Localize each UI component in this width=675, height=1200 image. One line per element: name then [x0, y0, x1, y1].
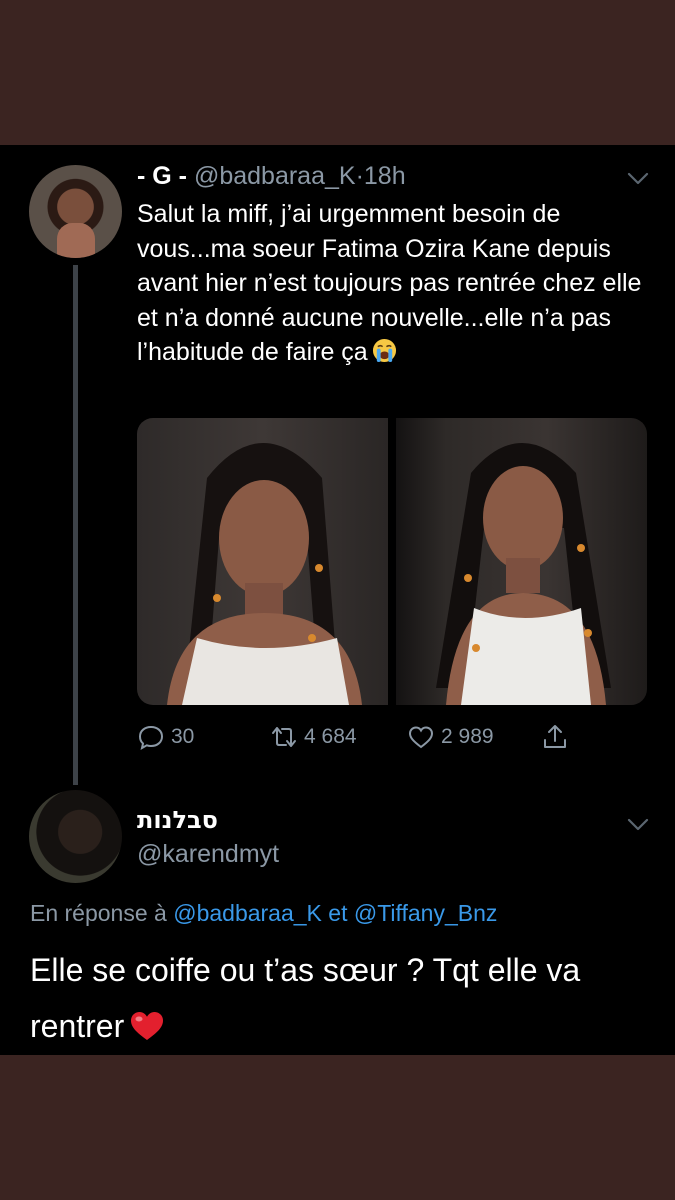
portrait-illustration-2 [436, 443, 611, 705]
like-action[interactable]: 2 989 [407, 721, 494, 753]
tweet-media-grid[interactable] [137, 418, 647, 705]
reply-display-name[interactable]: סבלנות [137, 806, 218, 834]
separator-dot: · [355, 162, 364, 190]
retweet-count: 4 684 [304, 725, 357, 748]
tweet-header: - G - @badbaraa_K·18h [137, 162, 406, 191]
thread-connector-line [73, 265, 78, 785]
reply-action[interactable]: 30 [137, 721, 194, 753]
tweet-photo-1[interactable] [137, 418, 388, 705]
heart-icon [408, 726, 434, 749]
reply-body: Elle se coiffe ou t’as sœur ? Tqt elle v… [30, 942, 650, 1054]
user-handle[interactable]: @badbaraa_K [194, 162, 356, 190]
like-count: 2 989 [441, 725, 494, 748]
avatar[interactable] [29, 165, 122, 258]
loudly-crying-face-icon [372, 338, 396, 363]
share-action[interactable] [541, 721, 569, 753]
tweet-photo-2[interactable] [396, 418, 647, 705]
in-reply-to: En réponse à @badbaraa_K et @Tiffany_Bnz [30, 900, 497, 927]
reply-chevron-down-icon[interactable] [627, 818, 649, 832]
reply-user-handle[interactable]: @karendmyt [137, 840, 279, 869]
retweet-action[interactable]: 4 684 [270, 721, 357, 753]
tweet-body: Salut la miff, j’ai urgemment besoin de … [137, 197, 647, 370]
portrait-illustration-1 [167, 443, 362, 705]
reply-icon [138, 725, 164, 750]
red-heart-icon [131, 1012, 164, 1040]
mention-link-1[interactable]: @badbaraa_K [173, 900, 322, 926]
chevron-down-icon[interactable] [627, 172, 649, 186]
reply-count: 30 [171, 725, 195, 748]
mention-link-2[interactable]: @Tiffany_Bnz [354, 900, 498, 926]
tweet-time[interactable]: 18h [364, 162, 406, 190]
reply-text: Elle se coiffe ou t’as sœur ? Tqt elle v… [30, 952, 581, 1044]
retweet-icon [272, 727, 296, 747]
tweet-thread-screen: - G - @badbaraa_K·18h Salut la miff, j’a… [0, 145, 675, 1055]
share-icon [544, 725, 566, 748]
mention-joiner: et [328, 900, 348, 926]
in-reply-prefix: En réponse à [30, 900, 167, 926]
display-name[interactable]: - G - [137, 162, 187, 190]
tweet-actions: 30 4 684 2 989 [137, 721, 587, 753]
reply-avatar[interactable] [29, 790, 122, 883]
